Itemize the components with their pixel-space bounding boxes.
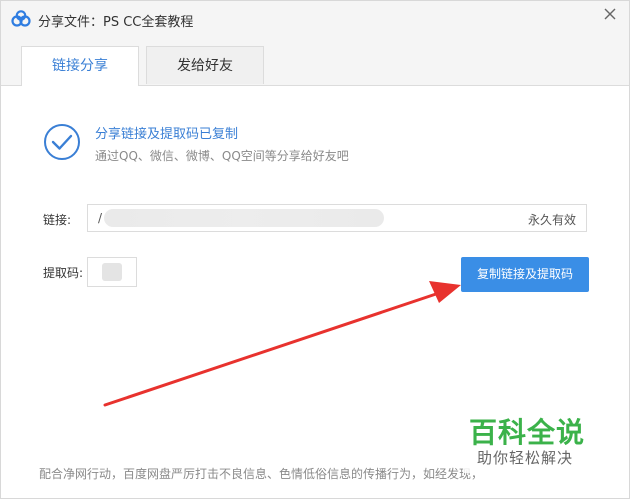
baidu-netdisk-logo-icon [11, 10, 31, 27]
code-field[interactable] [87, 257, 137, 287]
tab-send-to-friend[interactable]: 发给好友 [146, 46, 264, 84]
link-field[interactable]: / 永久有效 [87, 204, 587, 232]
link-validity: 永久有效 [527, 213, 576, 227]
watermark-main: 百科全说 [469, 416, 586, 449]
code-redacted [102, 263, 122, 281]
copy-link-and-code-button[interactable]: 复制链接及提取码 [461, 257, 589, 292]
success-message: 分享链接及提取码已复制 [95, 127, 239, 142]
tab-strip: 链接分享 发给好友 [1, 37, 629, 86]
window-title: 分享文件：PS CC全套教程 [38, 15, 194, 30]
link-value: / [98, 211, 103, 225]
close-icon[interactable] [601, 5, 619, 23]
code-label: 提取码: [43, 266, 84, 280]
watermark-sub: 助你轻松解决 [477, 449, 574, 467]
footer-notice: 配合净网行动，百度网盘严厉打击不良信息、色情低俗信息的传播行为，如经发现， [39, 467, 484, 481]
tab-link-share[interactable]: 链接分享 [21, 46, 139, 86]
link-redacted [104, 209, 384, 227]
share-dialog: 分享文件：PS CC全套教程 链接分享 发给好友 分享链接及提取码已复制 通过Q… [0, 0, 630, 499]
watermark: 百科全说 助你轻松解决 [463, 409, 623, 473]
title-bar: 分享文件：PS CC全套教程 [1, 1, 629, 37]
check-circle-icon [44, 124, 80, 160]
success-hint: 通过QQ、微信、微博、QQ空间等分享给好友吧 [95, 149, 349, 163]
link-label: 链接: [43, 213, 72, 227]
